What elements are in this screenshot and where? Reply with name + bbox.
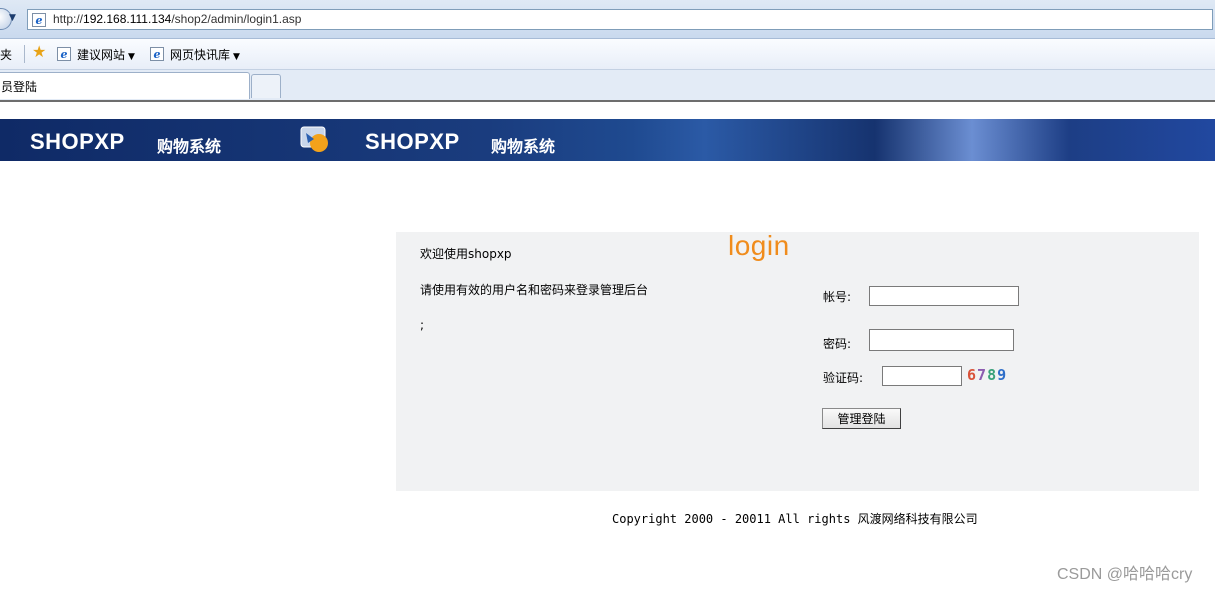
note-text: ; <box>420 318 425 332</box>
favorites-label[interactable]: 夹 <box>0 46 12 63</box>
address-bar: ▼ e http://192.168.111.134/shop2/admin/l… <box>0 0 1215 39</box>
tab-title: 员登陆 <box>1 80 38 94</box>
username-field[interactable] <box>869 286 1019 306</box>
favorites-bar: 夹 ★ e 建议网站 ▼ e 网页快讯库 ▼ <box>0 39 1215 70</box>
tab-strip: 员登陆 <box>0 70 1215 102</box>
favorite-suggested-sites[interactable]: 建议网站 ▼ <box>77 46 135 63</box>
captcha-code-image[interactable]: 6789 <box>967 366 1007 384</box>
url-text: http://192.168.111.134/shop2/admin/login… <box>53 12 302 26</box>
ie-favorite-icon: e <box>150 47 164 61</box>
favorites-separator <box>24 45 25 63</box>
ie-page-icon: e <box>32 13 46 27</box>
csdn-watermark: CSDN @哈哈哈cry <box>1057 566 1193 583</box>
banner-subtitle: 购物系统 <box>491 139 556 156</box>
shop-logo-icon <box>300 126 328 152</box>
tab-admin-login[interactable]: 员登陆 <box>0 72 250 99</box>
new-tab-button[interactable] <box>251 74 281 98</box>
favorite-web-slice-gallery[interactable]: 网页快讯库 ▼ <box>170 46 240 63</box>
username-label: 帐号: <box>823 290 852 304</box>
instruction-text: 请使用有效的用户名和密码来登录管理后台 <box>420 283 649 297</box>
password-label: 密码: <box>823 337 852 351</box>
chevron-down-icon: ▼ <box>233 52 240 62</box>
url-input[interactable]: e http://192.168.111.134/shop2/admin/log… <box>27 9 1213 30</box>
login-panel: 欢迎使用shopxp 请使用有效的用户名和密码来登录管理后台 ; login 帐… <box>396 230 1199 491</box>
banner-brand: SHOPXP <box>30 129 125 154</box>
chevron-down-icon: ▼ <box>128 52 135 62</box>
admin-login-button[interactable]: 管理登陆 <box>822 408 901 429</box>
password-field[interactable] <box>869 329 1014 351</box>
add-favorite-star-icon[interactable]: ★ <box>32 44 46 60</box>
history-dropdown-icon[interactable]: ▼ <box>9 13 16 23</box>
login-title: login <box>728 230 790 261</box>
site-banner: SHOPXP 购物系统 SHOPXP 购物系统 <box>0 119 1215 161</box>
captcha-field[interactable] <box>882 366 962 386</box>
banner-subtitle: 购物系统 <box>157 139 222 156</box>
welcome-text: 欢迎使用shopxp <box>420 247 512 261</box>
ie-favorite-icon: e <box>57 47 71 61</box>
banner-brand: SHOPXP <box>365 129 460 154</box>
captcha-label: 验证码: <box>823 371 864 385</box>
copyright-text: Copyright 2000 - 20011 All rights 风渡网络科技… <box>612 512 978 526</box>
